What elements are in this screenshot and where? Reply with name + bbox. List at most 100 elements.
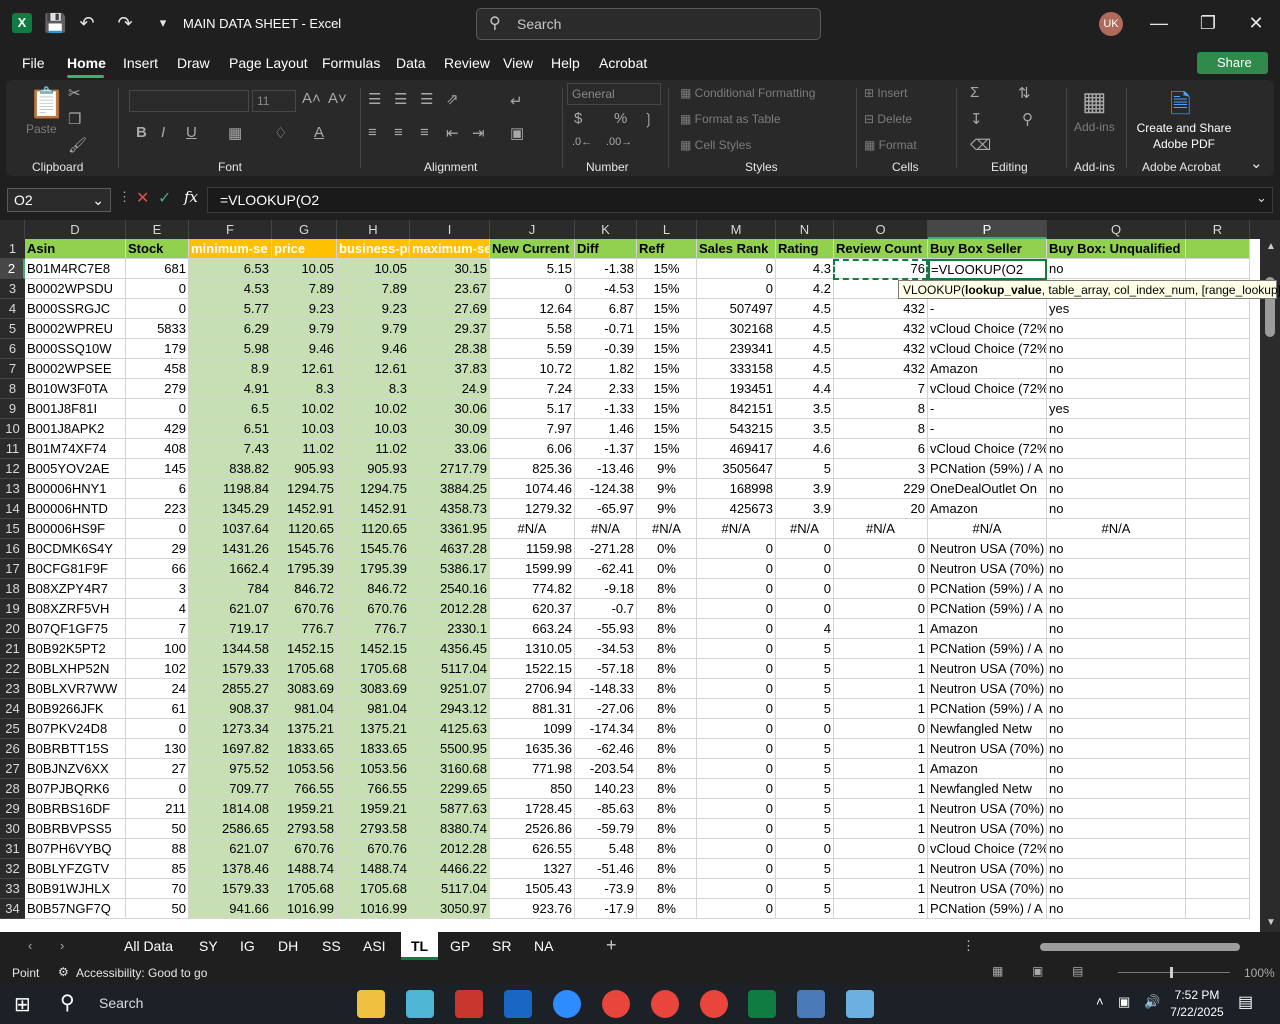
table-cell[interactable]: 5.58 <box>490 319 575 339</box>
table-cell[interactable]: 1705.68 <box>337 879 410 899</box>
table-cell[interactable]: 7.89 <box>337 279 410 299</box>
table-cell[interactable]: 4.5 <box>776 319 834 339</box>
align-right-icon[interactable]: ≡ <box>420 124 429 141</box>
table-cell[interactable]: 15% <box>637 339 697 359</box>
table-cell[interactable]: 2012.28 <box>410 599 490 619</box>
table-cell[interactable]: 1016.99 <box>337 899 410 919</box>
row-header[interactable]: 29 <box>0 799 25 819</box>
number-format-select[interactable]: General <box>567 83 661 105</box>
table-cell[interactable]: B0002WPSDU <box>25 279 126 299</box>
search-box[interactable]: ⚲ Search <box>476 8 821 40</box>
table-cell[interactable]: 4.3 <box>776 259 834 279</box>
table-cell[interactable]: no <box>1047 579 1186 599</box>
table-cell[interactable]: #N/A <box>928 519 1047 539</box>
table-cell[interactable] <box>1186 679 1250 699</box>
table-cell[interactable]: 8380.74 <box>410 819 490 839</box>
table-cell[interactable]: 981.04 <box>337 699 410 719</box>
table-cell[interactable]: -65.97 <box>575 499 637 519</box>
table-cell[interactable]: 1833.65 <box>272 739 337 759</box>
maximize-icon[interactable]: ❐ <box>1197 12 1219 34</box>
share-button[interactable]: Share <box>1197 52 1268 74</box>
currency-icon[interactable]: $ <box>574 110 582 127</box>
table-cell[interactable]: 1579.33 <box>189 879 272 899</box>
table-cell[interactable]: 11.02 <box>272 439 337 459</box>
table-cell[interactable]: B010W3F0TA <box>25 379 126 399</box>
row-header[interactable]: 12 <box>0 459 25 479</box>
table-cell[interactable]: 1 <box>834 779 928 799</box>
row-header[interactable]: 2 <box>0 259 25 279</box>
table-cell[interactable]: -4.53 <box>575 279 637 299</box>
table-cell[interactable]: 0 <box>776 599 834 619</box>
table-cell[interactable] <box>1186 479 1250 499</box>
table-cell[interactable]: 1728.45 <box>490 799 575 819</box>
table-cell[interactable]: 670.76 <box>272 599 337 619</box>
table-cell[interactable]: 1522.15 <box>490 659 575 679</box>
table-cell[interactable]: Amazon <box>928 359 1047 379</box>
row-header[interactable]: 20 <box>0 619 25 639</box>
table-cell[interactable]: 4466.22 <box>410 859 490 879</box>
table-cell[interactable]: 850 <box>490 779 575 799</box>
taskbar-search-icon[interactable]: ⚲ <box>60 990 75 1015</box>
table-cell[interactable]: 1545.76 <box>272 539 337 559</box>
redo-icon[interactable]: ↷ <box>114 12 136 34</box>
table-cell[interactable]: 425673 <box>697 499 776 519</box>
table-cell[interactable]: 776.7 <box>272 619 337 639</box>
table-cell[interactable]: 0 <box>697 799 776 819</box>
table-cell[interactable]: 923.76 <box>490 899 575 919</box>
table-cell[interactable]: 432 <box>834 339 928 359</box>
table-cell[interactable]: 1705.68 <box>337 659 410 679</box>
table-cell[interactable]: 0 <box>776 559 834 579</box>
sort-filter-icon[interactable]: ⇅ <box>1018 84 1031 102</box>
table-cell[interactable]: 621.07 <box>189 599 272 619</box>
table-cell[interactable]: 0 <box>834 579 928 599</box>
column-header[interactable]: Q <box>1047 220 1186 239</box>
table-cell[interactable]: no <box>1047 479 1186 499</box>
table-cell[interactable]: 4.5 <box>776 339 834 359</box>
table-cell[interactable]: vCloud Choice (72% <box>928 379 1047 399</box>
sheet-tab-sy[interactable]: SY <box>199 938 218 954</box>
table-cell[interactable]: 2855.27 <box>189 679 272 699</box>
table-cell[interactable]: 0 <box>834 559 928 579</box>
tab-formulas[interactable]: Formulas <box>322 55 380 71</box>
table-cell[interactable]: 8% <box>637 739 697 759</box>
table-cell[interactable]: 70 <box>126 879 189 899</box>
table-cell[interactable]: 100 <box>126 639 189 659</box>
table-cell[interactable]: 1074.46 <box>490 479 575 499</box>
accessibility-status[interactable]: Accessibility: Good to go <box>76 966 207 980</box>
table-cell[interactable]: Neutron USA (70%) <box>928 559 1047 579</box>
table-cell[interactable]: 4637.28 <box>410 539 490 559</box>
table-cell[interactable]: 1344.58 <box>189 639 272 659</box>
table-cell[interactable]: Neutron USA (70%) <box>928 679 1047 699</box>
table-cell[interactable]: no <box>1047 639 1186 659</box>
table-cell[interactable]: no <box>1047 699 1186 719</box>
table-cell[interactable]: B0BRBTT15S <box>25 739 126 759</box>
table-cell[interactable]: 28.38 <box>410 339 490 359</box>
percent-icon[interactable]: % <box>614 110 627 127</box>
table-cell[interactable]: -1.38 <box>575 259 637 279</box>
table-cell[interactable]: 1705.68 <box>272 659 337 679</box>
table-cell[interactable]: 432 <box>834 299 928 319</box>
table-cell[interactable]: 8% <box>637 779 697 799</box>
table-cell[interactable]: B000SSRGJC <box>25 299 126 319</box>
table-cell[interactable]: 9.79 <box>272 319 337 339</box>
table-cell[interactable]: 6.51 <box>189 419 272 439</box>
table-cell[interactable]: 4.6 <box>776 439 834 459</box>
tab-data[interactable]: Data <box>396 55 426 71</box>
table-cell[interactable]: PCNation (59%) / A <box>928 899 1047 919</box>
table-cell[interactable]: 2526.86 <box>490 819 575 839</box>
table-cell[interactable]: -0.7 <box>575 599 637 619</box>
table-cell[interactable]: 0 <box>697 739 776 759</box>
table-cell[interactable]: 5 <box>776 699 834 719</box>
table-cell[interactable]: 1599.99 <box>490 559 575 579</box>
table-cell[interactable]: 6 <box>834 439 928 459</box>
table-cell[interactable]: 3160.68 <box>410 759 490 779</box>
row-header[interactable]: 10 <box>0 419 25 439</box>
table-cell[interactable]: 2586.65 <box>189 819 272 839</box>
table-cell[interactable]: 1053.56 <box>272 759 337 779</box>
row-header[interactable]: 31 <box>0 839 25 859</box>
table-cell[interactable]: -1.33 <box>575 399 637 419</box>
table-cell[interactable]: 168998 <box>697 479 776 499</box>
table-cell[interactable]: 3.9 <box>776 499 834 519</box>
table-cell[interactable]: 0 <box>776 839 834 859</box>
table-cell[interactable] <box>1186 439 1250 459</box>
